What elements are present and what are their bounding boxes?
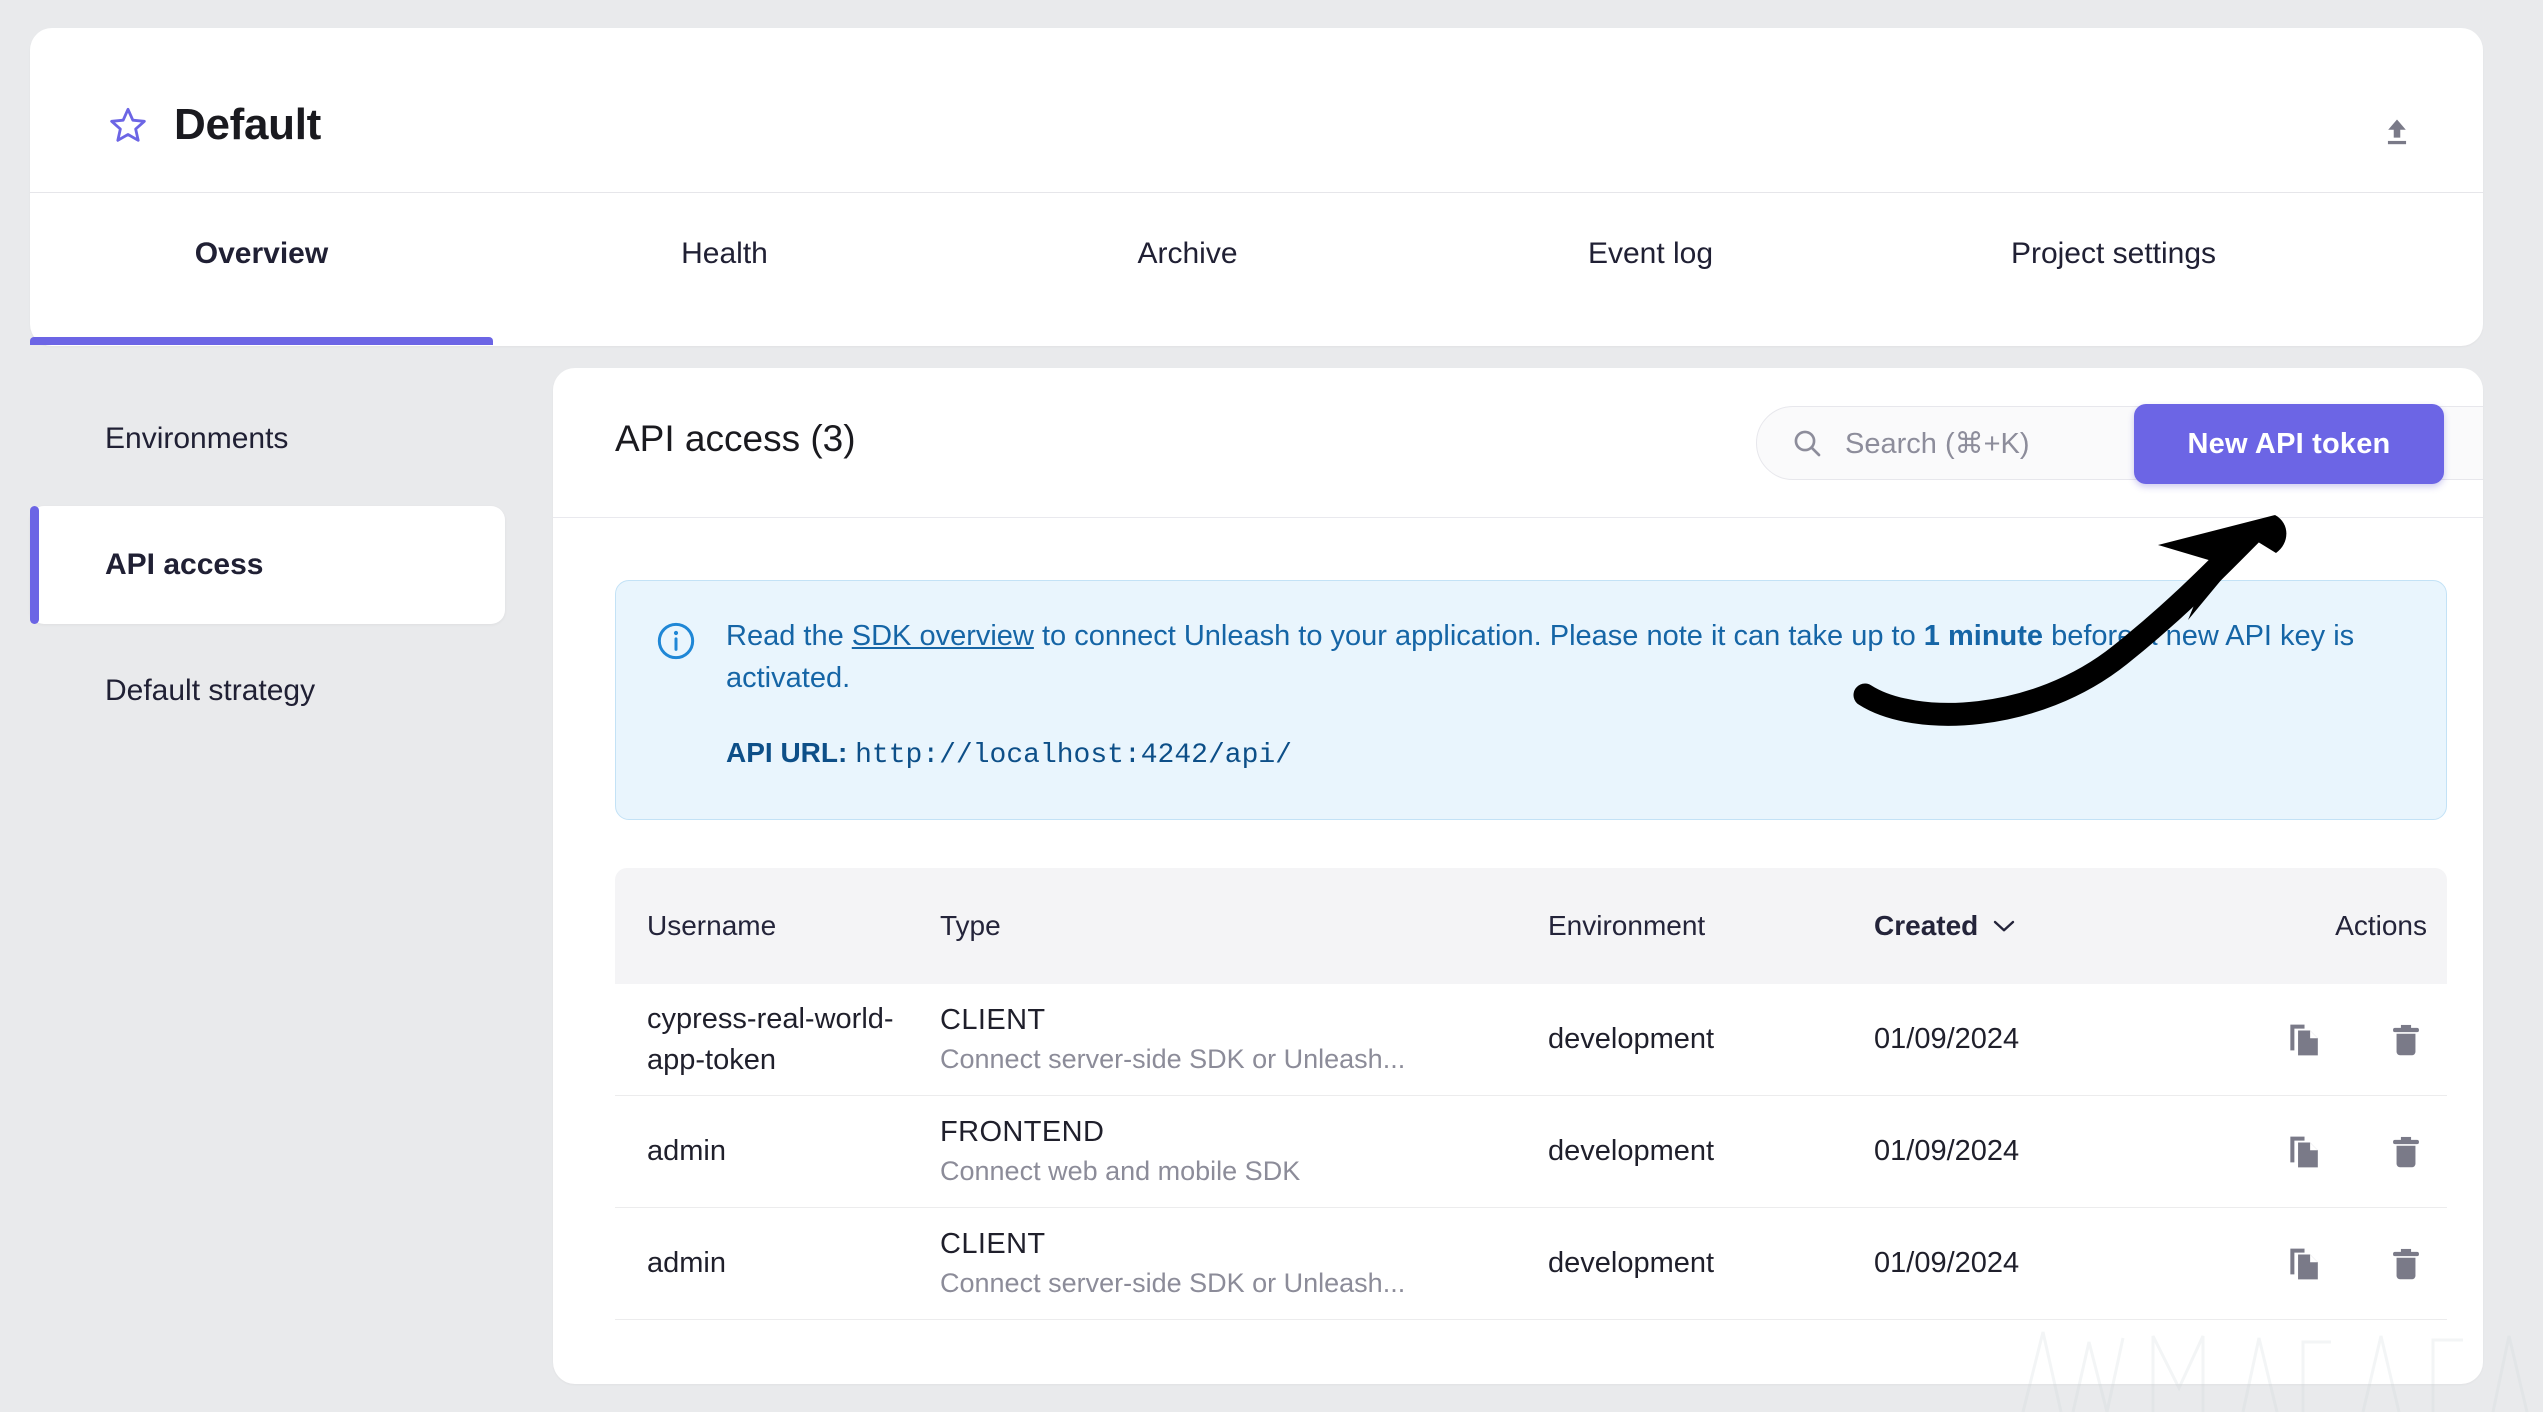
sidebar-item-api-access[interactable]: API access xyxy=(30,506,505,624)
sidebar-item-environments[interactable]: Environments xyxy=(30,380,505,498)
cell-type-description: Connect server-side SDK or Unleash... xyxy=(940,1044,1406,1074)
alert-text-after: to connect Unleash to your application. … xyxy=(1033,620,1924,652)
upload-icon xyxy=(2387,119,2407,145)
copy-icon[interactable] xyxy=(2283,1019,2325,1061)
cell-environment: development xyxy=(1548,1135,1715,1167)
copy-icon[interactable] xyxy=(2283,1243,2325,1285)
cell-actions xyxy=(2242,1019,2447,1061)
cell-type: CLIENT Connect server-side SDK or Unleas… xyxy=(940,1228,1548,1299)
tab-label: Overview xyxy=(194,237,329,270)
api-url-label: API URL: xyxy=(726,737,848,769)
table-header-row: Username Type Environment Created Action… xyxy=(615,868,2447,984)
alert-body: Read the SDK overview to connect Unleash… xyxy=(726,615,2406,783)
cell-environment: development xyxy=(1548,1023,1715,1055)
tab-label: Archive xyxy=(1137,237,1238,270)
sidebar-item-label: API access xyxy=(105,548,264,581)
column-header-environment[interactable]: Environment xyxy=(1548,910,1874,942)
column-header-username[interactable]: Username xyxy=(615,910,940,942)
cell-created: 01/09/2024 xyxy=(1874,1247,2020,1279)
tab-label: Health xyxy=(681,237,768,270)
delete-icon[interactable] xyxy=(2385,1019,2427,1061)
sidebar-item-label: Environments xyxy=(105,422,289,455)
column-header-created-label: Created xyxy=(1874,910,1979,941)
project-header-top: Default xyxy=(30,28,2483,193)
cell-type: FRONTEND Connect web and mobile SDK xyxy=(940,1116,1548,1187)
cell-type-name: CLIENT xyxy=(940,1004,1046,1036)
info-circle-icon xyxy=(657,622,695,660)
cell-username: admin xyxy=(647,1135,726,1168)
tab-health[interactable]: Health xyxy=(493,193,956,345)
tab-label: Event log xyxy=(1587,237,1714,270)
delete-icon[interactable] xyxy=(2385,1131,2427,1173)
cell-type-name: FRONTEND xyxy=(940,1116,1105,1148)
cell-type-description: Connect server-side SDK or Unleash... xyxy=(940,1268,1406,1298)
project-title-group: Default xyxy=(108,100,321,150)
cell-username: admin xyxy=(647,1247,726,1280)
project-header-card: Default Overview Health Archive Event lo… xyxy=(30,28,2483,346)
table-row[interactable]: cypress-real-world-app-token CLIENT Conn… xyxy=(615,984,2447,1096)
alert-emphasis: 1 minute xyxy=(1923,620,2044,652)
tab-label: Project settings xyxy=(2010,237,2217,270)
cell-actions xyxy=(2242,1243,2447,1285)
tab-overview[interactable]: Overview xyxy=(30,193,493,345)
tab-project-settings[interactable]: Project settings xyxy=(1882,193,2345,345)
table-row[interactable]: admin CLIENT Connect server-side SDK or … xyxy=(615,1208,2447,1320)
cell-created: 01/09/2024 xyxy=(1874,1135,2020,1167)
column-header-actions: Actions xyxy=(2335,910,2427,941)
search-icon xyxy=(1794,430,1821,457)
api-url-value[interactable]: http://localhost:4242/api/ xyxy=(855,740,1292,771)
sdk-info-alert: Read the SDK overview to connect Unleash… xyxy=(615,580,2447,820)
api-url-row: API URL: http://localhost:4242/api/ xyxy=(726,737,2406,771)
chevron-down-icon xyxy=(1994,920,2015,932)
api-tokens-table: Username Type Environment Created Action… xyxy=(615,868,2447,1320)
alert-message: Read the SDK overview to connect Unleash… xyxy=(726,615,2406,699)
column-header-type[interactable]: Type xyxy=(940,910,1548,942)
tab-archive[interactable]: Archive xyxy=(956,193,1419,345)
page-title: Default xyxy=(174,100,322,149)
delete-icon[interactable] xyxy=(2385,1243,2427,1285)
tab-event-log[interactable]: Event log xyxy=(1419,193,1882,345)
search-placeholder: Search (⌘+K) xyxy=(1845,427,2030,460)
project-sidebar: Environments API access Default strategy xyxy=(30,380,505,758)
sidebar-item-default-strategy[interactable]: Default strategy xyxy=(30,632,505,750)
app-root: Default Overview Health Archive Event lo… xyxy=(0,0,2543,1412)
cell-username: cypress-real-world-app-token xyxy=(647,1003,894,1076)
cell-type-description: Connect web and mobile SDK xyxy=(940,1156,1301,1186)
column-header-created[interactable]: Created xyxy=(1874,910,2242,942)
sort-created-control[interactable]: Created xyxy=(1874,910,2016,942)
star-icon[interactable] xyxy=(108,105,148,145)
export-project-button[interactable] xyxy=(2371,106,2423,158)
cell-type: CLIENT Connect server-side SDK or Unleas… xyxy=(940,1004,1548,1075)
cell-environment: development xyxy=(1548,1247,1715,1279)
api-access-panel: API access (3) Search (⌘+K) Read the SDK… xyxy=(553,368,2483,1384)
sdk-overview-link[interactable]: SDK overview xyxy=(852,620,1034,652)
new-api-token-button[interactable]: New API token xyxy=(2134,404,2444,484)
cell-type-name: CLIENT xyxy=(940,1228,1046,1260)
cell-actions xyxy=(2242,1131,2447,1173)
alert-text-before: Read the xyxy=(726,620,852,652)
sidebar-item-label: Default strategy xyxy=(105,674,316,707)
copy-icon[interactable] xyxy=(2283,1131,2325,1173)
panel-title: API access (3) xyxy=(615,418,856,459)
project-tabs: Overview Health Archive Event log Projec… xyxy=(30,193,2483,345)
table-row[interactable]: admin FRONTEND Connect web and mobile SD… xyxy=(615,1096,2447,1208)
cell-created: 01/09/2024 xyxy=(1874,1023,2020,1055)
